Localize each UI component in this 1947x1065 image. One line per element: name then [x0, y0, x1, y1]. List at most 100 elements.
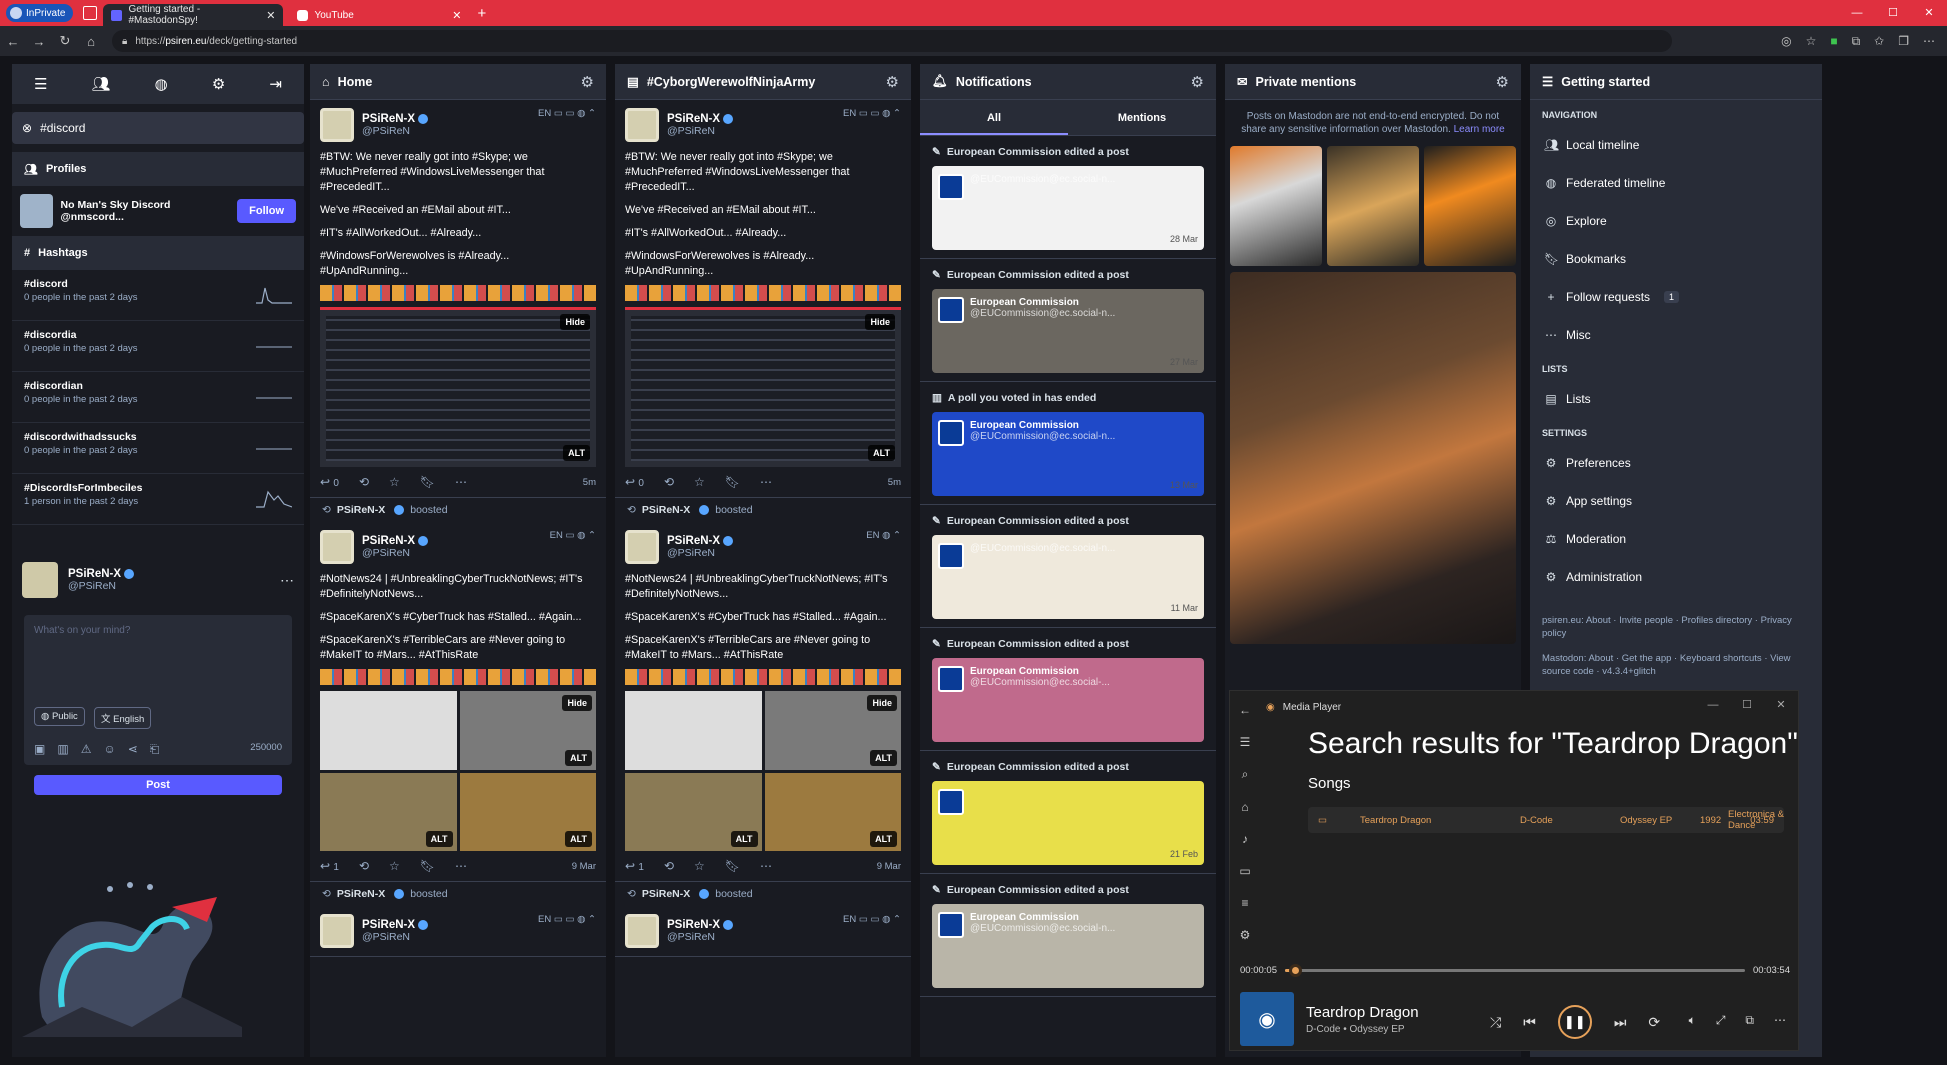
- close-tab-icon[interactable]: ✕: [452, 9, 461, 22]
- alt-badge[interactable]: ALT: [565, 831, 592, 847]
- eu-flag-avatar[interactable]: [938, 666, 964, 692]
- more-icon[interactable]: ⋯: [455, 475, 467, 489]
- next-icon[interactable]: ⏭: [1614, 1014, 1627, 1031]
- media-attachment[interactable]: Hide ALT: [320, 307, 596, 467]
- shuffle-icon[interactable]: ⤮: [1490, 1014, 1501, 1031]
- display-name[interactable]: PSiReN-X: [667, 113, 720, 125]
- notification-item[interactable]: ✎ European Commission edited a post @EUCom…: [920, 505, 1216, 628]
- nav-bookmarks[interactable]: 🔖︎ Bookmarks: [1530, 240, 1822, 278]
- cat-image[interactable]: [1424, 146, 1516, 266]
- favourite-icon[interactable]: ☆: [389, 859, 400, 873]
- nav-federated-timeline[interactable]: ◍ Federated timeline: [1530, 164, 1822, 202]
- timestamp[interactable]: 9 Mar: [877, 861, 901, 872]
- tab-getting-started[interactable]: Getting started - #MastodonSpy! ✕: [103, 4, 284, 26]
- hide-media-button[interactable]: Hide: [560, 314, 590, 330]
- column-title[interactable]: Private mentions: [1255, 75, 1356, 89]
- video-icon[interactable]: ▭: [1239, 864, 1250, 878]
- tab-mentions[interactable]: Mentions: [1068, 100, 1216, 135]
- nav-administration[interactable]: ⚙ Administration: [1530, 558, 1822, 596]
- notification-item[interactable]: ✎ European Commission edited a post Europe…: [920, 874, 1216, 997]
- minimize-icon[interactable]: —: [1839, 0, 1875, 26]
- bookmark-icon[interactable]: 🔖︎: [420, 475, 435, 489]
- eu-flag-avatar[interactable]: [938, 420, 964, 446]
- back-icon[interactable]: ←: [1239, 703, 1251, 717]
- hide-media-button[interactable]: Hide: [865, 314, 895, 330]
- alt-badge[interactable]: ALT: [870, 749, 897, 766]
- back-icon[interactable]: ←: [0, 34, 26, 49]
- instance-links[interactable]: psiren.eu: About · Invite people · Profi…: [1530, 608, 1822, 646]
- avatar[interactable]: [320, 914, 354, 948]
- pirate-image[interactable]: [1230, 272, 1516, 644]
- seek-bar[interactable]: [1284, 964, 1746, 977]
- now-playing-title[interactable]: Teardrop Dragon: [1306, 1004, 1419, 1021]
- avatar[interactable]: [625, 914, 659, 948]
- favorites-bar-icon[interactable]: ✩: [1874, 34, 1884, 49]
- status[interactable]: PSiReN-X @PSiReN EN ▭ ▭ ◍ ⌃: [310, 906, 606, 957]
- hashtag-item[interactable]: #discord 0 people in the past 2 days: [12, 270, 304, 321]
- language-button[interactable]: 文 English: [94, 707, 152, 729]
- display-name[interactable]: PSiReN-X: [362, 113, 415, 125]
- content-warning-icon[interactable]: ⚠: [81, 742, 92, 757]
- reply-icon[interactable]: ↩ 1: [320, 859, 339, 873]
- media-gallery[interactable]: Hide ALT ALT ALT: [625, 691, 901, 851]
- more-icon[interactable]: ⋯: [455, 859, 467, 873]
- favourite-icon[interactable]: ☆: [389, 475, 400, 489]
- nav-local-timeline[interactable]: 👥︎ Local timeline: [1530, 126, 1822, 164]
- boost-icon[interactable]: ⟲: [664, 859, 674, 873]
- compose-box[interactable]: What's on your mind? ◍ Public 文 English …: [24, 615, 292, 765]
- timestamp[interactable]: 5m: [888, 477, 901, 488]
- hashtag-item[interactable]: #discordian 0 people in the past 2 days: [12, 372, 304, 423]
- users-icon[interactable]: 👥︎: [92, 75, 111, 93]
- reply-icon[interactable]: ↩ 1: [625, 859, 644, 873]
- notification-card[interactable]: @EUCommission@ec.social-n... 11 Mar: [932, 535, 1204, 619]
- wolf-image[interactable]: [1230, 146, 1322, 266]
- eu-flag-avatar[interactable]: [938, 912, 964, 938]
- tab-actions-icon[interactable]: [83, 6, 98, 20]
- nav-follow-requests[interactable]: + Follow requests 1: [1530, 278, 1822, 316]
- minimize-icon[interactable]: —: [1696, 691, 1730, 719]
- seek-handle[interactable]: [1288, 964, 1302, 977]
- column-title[interactable]: #CyborgWerewolfNinjaArmy: [647, 75, 816, 89]
- notification-item[interactable]: ✎ European Commission edited a post Europe…: [920, 628, 1216, 751]
- fullscreen-icon[interactable]: ⤢: [1716, 1013, 1726, 1028]
- visibility-button[interactable]: ◍ Public: [34, 707, 85, 726]
- column-settings-icon[interactable]: ⚙: [581, 73, 594, 91]
- hide-media-button[interactable]: Hide: [562, 695, 592, 711]
- eu-flag-avatar[interactable]: [938, 174, 964, 200]
- maximize-icon[interactable]: ☐: [1730, 691, 1764, 719]
- nav-lists[interactable]: ▤ Lists: [1530, 380, 1822, 418]
- reply-menu-icon[interactable]: ⎗: [150, 742, 160, 757]
- song-artist[interactable]: D-Code: [1520, 815, 1553, 826]
- display-name[interactable]: PSiReN-X: [667, 919, 720, 931]
- extension-icon[interactable]: ■: [1830, 34, 1837, 49]
- post-button[interactable]: Post: [34, 775, 282, 795]
- extensions-icon[interactable]: ⧉: [1852, 34, 1861, 49]
- notification-item[interactable]: ✎ European Commission edited a post Europe…: [920, 259, 1216, 382]
- notification-item[interactable]: ✎ European Commission edited a post @EUCom…: [920, 136, 1216, 259]
- notification-card[interactable]: European Commission @EUCommission@ec.soci…: [932, 289, 1204, 373]
- forward-icon[interactable]: →: [26, 34, 52, 49]
- more-icon[interactable]: ⋯: [280, 572, 294, 589]
- poll-icon[interactable]: ▥: [57, 742, 68, 757]
- favourite-icon[interactable]: ☆: [694, 475, 705, 489]
- tab-youtube[interactable]: YouTube ✕: [289, 4, 469, 26]
- playlist-icon[interactable]: ≡: [1241, 896, 1248, 910]
- nav-preferences[interactable]: ⚙ Preferences: [1530, 444, 1822, 482]
- hide-media-button[interactable]: Hide: [867, 695, 897, 711]
- menu-icon[interactable]: ⋯: [1923, 34, 1935, 49]
- display-name[interactable]: PSiReN-X: [667, 535, 720, 547]
- gear-icon[interactable]: ⚙: [1240, 928, 1251, 942]
- repeat-off-icon[interactable]: ⟳: [1648, 1014, 1660, 1031]
- eu-flag-avatar[interactable]: [938, 789, 964, 815]
- tab-all[interactable]: All: [920, 100, 1068, 135]
- song-row[interactable]: ▭ Teardrop Dragon D-Code Odyssey EP 1992…: [1308, 807, 1784, 833]
- alt-badge[interactable]: ALT: [563, 445, 590, 461]
- boost-icon[interactable]: ⟲: [359, 475, 369, 489]
- display-name[interactable]: PSiReN-X: [362, 535, 415, 547]
- gear-icon[interactable]: ⚙: [212, 75, 225, 93]
- avatar[interactable]: [320, 108, 354, 142]
- column-title[interactable]: Home: [338, 75, 373, 89]
- more-icon[interactable]: ⋯: [760, 475, 772, 489]
- song-album[interactable]: Odyssey EP: [1620, 815, 1672, 826]
- timestamp[interactable]: 5m: [583, 477, 596, 488]
